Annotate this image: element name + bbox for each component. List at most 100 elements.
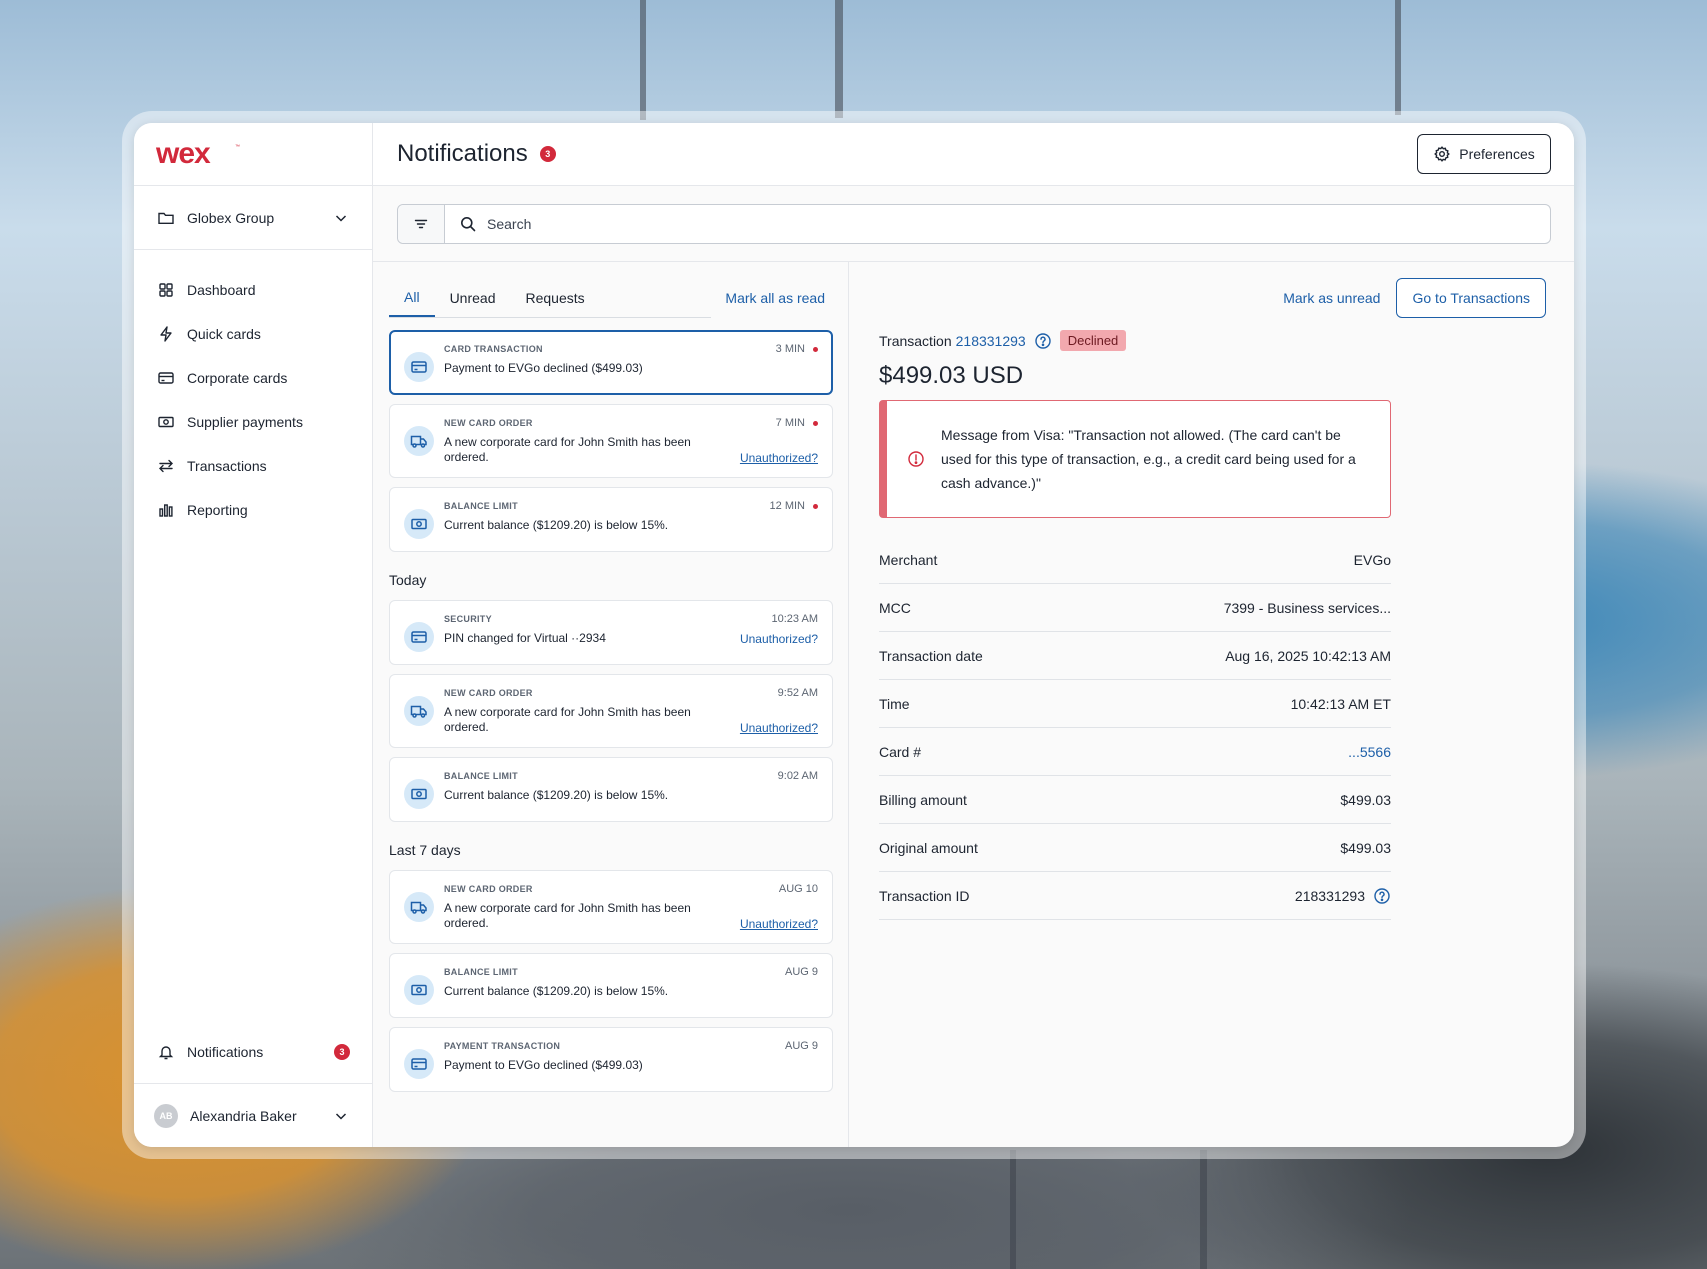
detail-value: $499.03 [1340,839,1391,856]
user-menu[interactable]: AB Alexandria Baker [134,1084,372,1147]
notification-card[interactable]: SECURITY 10:23 AM PIN changed for Virtua… [389,600,833,665]
notification-message: A new corporate card for John Smith has … [444,435,691,464]
notification-card[interactable]: NEW CARD ORDER 7 MIN A new corporate car… [389,404,833,478]
money-icon [410,515,428,533]
credit-card-icon [410,1055,428,1073]
unread-dot [813,503,818,509]
unauthorized-link[interactable]: Unauthorized? [740,451,818,465]
chevron-down-icon [332,1107,350,1125]
tab-unread[interactable]: Unread [435,278,511,317]
notification-card[interactable]: PAYMENT TRANSACTION AUG 9 Payment to EVG… [389,1027,833,1092]
logo[interactable]: wex ™ [134,123,372,186]
notification-message: Payment to EVGo declined ($499.03) [444,1058,643,1072]
go-to-transactions-button[interactable]: Go to Transactions [1396,278,1546,318]
notification-list: CARD TRANSACTION 3 MIN Payment to EVGo d… [389,330,833,1092]
transaction-label: Transaction [879,332,952,349]
truck-icon [410,702,428,720]
notification-time: AUG 9 [784,1040,818,1052]
transaction-id-link[interactable]: 218331293 [956,333,1026,349]
notification-time: 3 MIN [775,343,805,355]
notification-card[interactable]: CARD TRANSACTION 3 MIN Payment to EVGo d… [389,330,833,395]
sidebar-item-transactions[interactable]: Transactions [134,444,372,488]
search-bar [397,204,1551,244]
sidebar-item-reporting[interactable]: Reporting [134,488,372,532]
notification-card[interactable]: NEW CARD ORDER AUG 10 A new corporate ca… [389,870,833,944]
transaction-amount: $499.03 USD [879,362,1024,389]
tab-all[interactable]: All [389,278,435,317]
lightning-icon [157,325,175,343]
notification-time: AUG 9 [784,966,818,978]
sidebar-item-corporate-cards[interactable]: Corporate cards [134,356,372,400]
notification-message: A new corporate card for John Smith has … [444,705,691,734]
mark-as-unread-link[interactable]: Mark as unread [1283,278,1380,318]
page-header: Notifications 3 Preferences [373,123,1574,186]
detail-value: 218331293 [1294,887,1365,904]
notification-category: BALANCE LIMIT [444,501,518,511]
notification-time: AUG 10 [778,883,818,895]
notification-card[interactable]: BALANCE LIMIT AUG 9 Current balance ($12… [389,953,833,1018]
notification-count-badge: 3 [334,1043,350,1060]
detail-label: Time [879,695,910,712]
notification-card[interactable]: BALANCE LIMIT 12 MIN Current balance ($1… [389,487,833,552]
notification-category: NEW CARD ORDER [444,418,533,428]
search-icon [459,215,477,233]
detail-label: Transaction ID [879,887,970,904]
tab-requests[interactable]: Requests [510,278,599,317]
sidebar-item-label: Notifications [187,1043,264,1060]
sidebar-item-dashboard[interactable]: Dashboard [134,268,372,312]
detail-row-transaction-date: Transaction date Aug 16, 2025 10:42:13 A… [879,632,1391,680]
alert-message: Message from Visa: "Transaction not allo… [941,427,1356,491]
detail-row-billing-amount: Billing amount $499.03 [879,776,1391,824]
mark-all-read-link[interactable]: Mark all as read [725,278,833,318]
notification-category: CARD TRANSACTION [444,344,543,354]
sidebar: wex ™ Globex Group Dashboard Quick cards… [134,123,373,1147]
money-icon [410,981,428,999]
arrows-icon [157,457,175,475]
background-pole [1010,1150,1016,1269]
unauthorized-link[interactable]: Unauthorized? [740,632,818,646]
card-number-link[interactable]: ...5566 [1348,744,1391,760]
org-label: Globex Group [187,209,275,226]
chevron-down-icon [332,209,350,227]
avatar: AB [154,1103,178,1128]
notification-time: 10:23 AM [771,613,818,625]
sidebar-item-label: Dashboard [187,282,256,298]
notification-category: SECURITY [444,614,492,624]
detail-row-original-amount: Original amount $499.03 [879,824,1391,872]
notification-card[interactable]: BALANCE LIMIT 9:02 AM Current balance ($… [389,757,833,822]
notification-message: Current balance ($1209.20) is below 15%. [444,518,669,532]
notification-message: Current balance ($1209.20) is below 15%. [444,984,669,998]
detail-row-mcc: MCC 7399 - Business services... [879,584,1391,632]
filter-button[interactable] [398,205,445,243]
detail-label: Billing amount [879,791,967,808]
credit-card-icon [410,358,428,376]
detail-value: 7399 - Business services... [1223,599,1391,616]
preferences-button[interactable]: Preferences [1417,134,1551,174]
notification-list-pane: All Unread Requests Mark all as read CAR… [373,262,849,1147]
notification-card[interactable]: NEW CARD ORDER 9:52 AM A new corporate c… [389,674,833,748]
bar-chart-icon [157,501,175,519]
org-selector[interactable]: Globex Group [134,186,372,250]
unauthorized-link[interactable]: Unauthorized? [740,917,818,931]
unread-dot [813,420,818,426]
decline-alert: Message from Visa: "Transaction not allo… [879,400,1391,518]
sidebar-item-notifications[interactable]: Notifications 3 [134,1020,372,1084]
detail-pane: Mark as unread Go to Transactions Transa… [849,262,1574,1147]
sidebar-item-quick-cards[interactable]: Quick cards [134,312,372,356]
sidebar-item-label: Supplier payments [187,414,303,430]
svg-text:™: ™ [235,144,240,150]
sidebar-item-supplier-payments[interactable]: Supplier payments [134,400,372,444]
detail-label: Merchant [879,551,938,568]
help-icon[interactable] [1373,887,1391,905]
detail-value: Aug 16, 2025 10:42:13 AM [1225,647,1391,664]
notification-category: NEW CARD ORDER [444,884,533,894]
unauthorized-link[interactable]: Unauthorized? [740,721,818,735]
search-input[interactable] [487,216,1550,232]
notification-message: PIN changed for Virtual ··2934 [444,631,606,645]
preferences-label: Preferences [1459,146,1535,162]
filter-icon [412,215,430,233]
help-icon[interactable] [1034,332,1052,350]
alert-circle-icon [907,450,925,468]
detail-row-card-number: Card # ...5566 [879,728,1391,776]
section-heading-last-7-days: Last 7 days [389,842,461,858]
